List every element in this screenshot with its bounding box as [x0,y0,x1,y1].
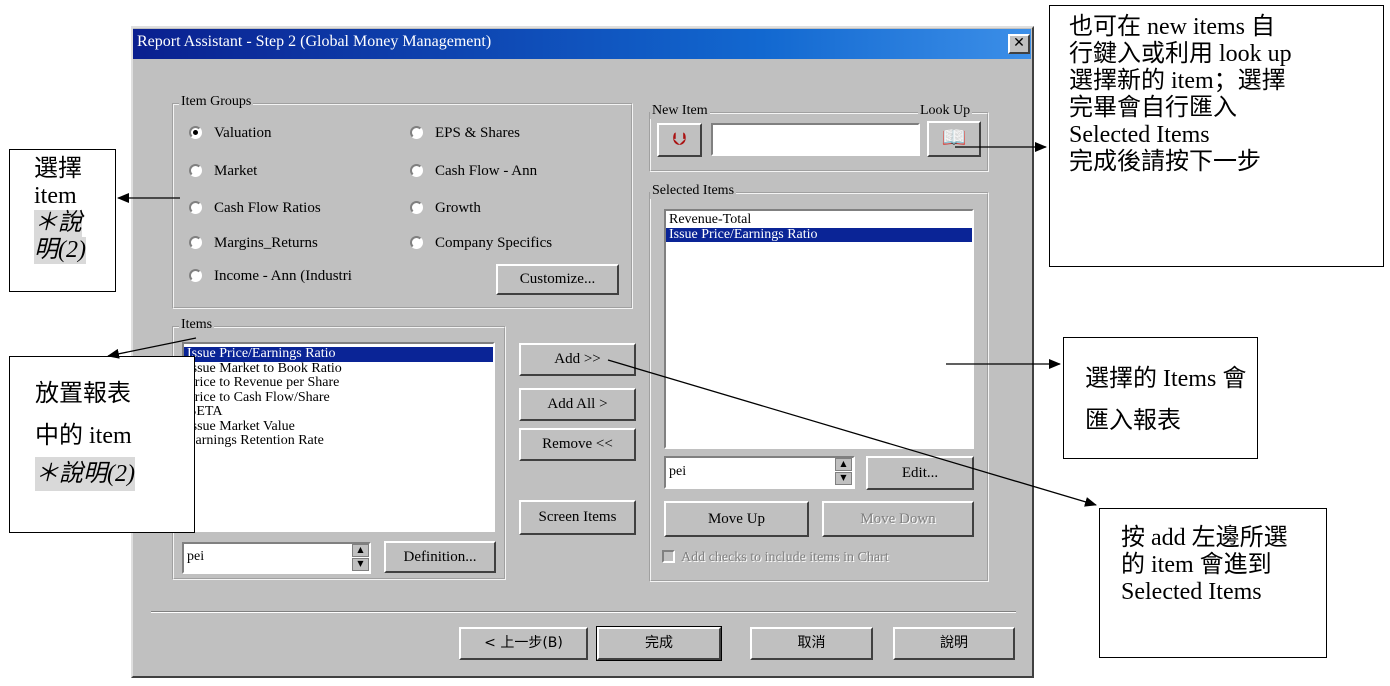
definition-button[interactable]: Definition... [384,541,496,573]
look-up-legend: Look Up [918,103,973,119]
spin-down-icon[interactable]: ▼ [835,472,852,485]
items-list[interactable]: Issue Price/Earnings Ratio Issue Market … [182,342,495,532]
list-item[interactable]: BETA [184,404,493,420]
radio-icon [410,126,423,139]
list-item[interactable]: Issue Price/Earnings Ratio [184,346,493,362]
selected-code-input[interactable]: pei [664,456,855,489]
radio-icon [410,164,423,177]
close-button[interactable]: ✕ [1008,34,1030,54]
radio-cash-flow-ratios[interactable]: Cash Flow Ratios [189,200,321,217]
spin-down-icon[interactable]: ▼ [352,558,369,571]
annotation-selected-import: 選擇的 Items 會 匯入報表 [1063,337,1258,459]
annotation-new-items: 也可在 new items 自 行鍵入或利用 look up 選擇新的 item… [1049,5,1384,267]
annotation-select-item: 選擇 item ＊說 明(2) [9,149,116,292]
selected-items-legend: Selected Items [650,183,737,199]
add-button[interactable]: Add >> [519,343,636,376]
items-code-input[interactable]: pei [182,542,371,574]
radio-eps-shares[interactable]: EPS & Shares [410,125,520,142]
cancel-button[interactable]: 取消 [750,627,873,660]
radio-icon [189,236,202,249]
insert-item-button[interactable]: ⮋ [657,123,702,157]
close-icon: ✕ [1013,35,1025,51]
list-item[interactable]: Price to Cash Flow/Share [184,390,493,406]
radio-margins-returns[interactable]: Margins_Returns [189,235,318,252]
back-button[interactable]: < 上一步(B) [459,627,588,660]
radio-icon [410,201,423,214]
annotation-add-button: 按 add 左邊所選 的 item 會進到 Selected Items [1099,508,1327,658]
spin-up-icon[interactable]: ▲ [352,544,369,557]
radio-icon [189,164,202,177]
radio-income-ann[interactable]: Income - Ann (Industri [189,268,352,285]
radio-market[interactable]: Market [189,163,257,180]
list-item[interactable]: Issue Price/Earnings Ratio [666,227,972,242]
annotation-place-item: 放置報表 中的 item ＊說明(2) [9,356,195,533]
screen-items-button[interactable]: Screen Items [519,500,636,535]
move-down-button[interactable]: Move Down [822,501,974,537]
checkbox-icon[interactable] [662,550,675,563]
radio-icon [189,201,202,214]
new-item-input[interactable] [711,123,920,156]
list-item[interactable]: Issue Market Value [184,419,493,435]
move-up-button[interactable]: Move Up [664,501,809,537]
radio-checked-icon [189,126,202,139]
edit-button[interactable]: Edit... [866,456,974,490]
spin-up-icon[interactable]: ▲ [835,458,852,471]
separator [151,611,1016,613]
arrow-down-left-icon: ⮋ [672,129,687,149]
look-up-button[interactable]: 📖 [927,121,981,157]
remove-button[interactable]: Remove << [519,428,636,461]
new-item-legend: New Item [650,103,710,119]
help-button[interactable]: 說明 [893,627,1015,660]
customize-button[interactable]: Customize... [496,264,619,295]
item-groups-legend: Item Groups [179,94,254,110]
radio-icon [410,236,423,249]
radio-company-specifics[interactable]: Company Specifics [410,235,552,252]
list-item[interactable]: Revenue-Total [666,212,972,228]
radio-cash-flow-ann[interactable]: Cash Flow - Ann [410,163,537,180]
list-item[interactable]: Price to Revenue per Share [184,375,493,391]
list-item[interactable]: Issue Market to Book Ratio [184,361,493,377]
selected-items-list[interactable]: Revenue-Total Issue Price/Earnings Ratio [664,209,974,449]
book-icon: 📖 [941,127,967,149]
radio-valuation[interactable]: Valuation [189,125,272,142]
add-all-button[interactable]: Add All > [519,388,636,421]
finish-button[interactable]: 完成 [596,626,722,661]
radio-growth[interactable]: Growth [410,200,481,217]
radio-icon [189,269,202,282]
chart-checkbox[interactable]: Add checks to include items in Chart [662,550,889,566]
list-item[interactable]: Earnings Retention Rate [184,433,493,449]
items-legend: Items [179,317,215,333]
dialog-title: Report Assistant - Step 2 (Global Money … [137,33,492,50]
